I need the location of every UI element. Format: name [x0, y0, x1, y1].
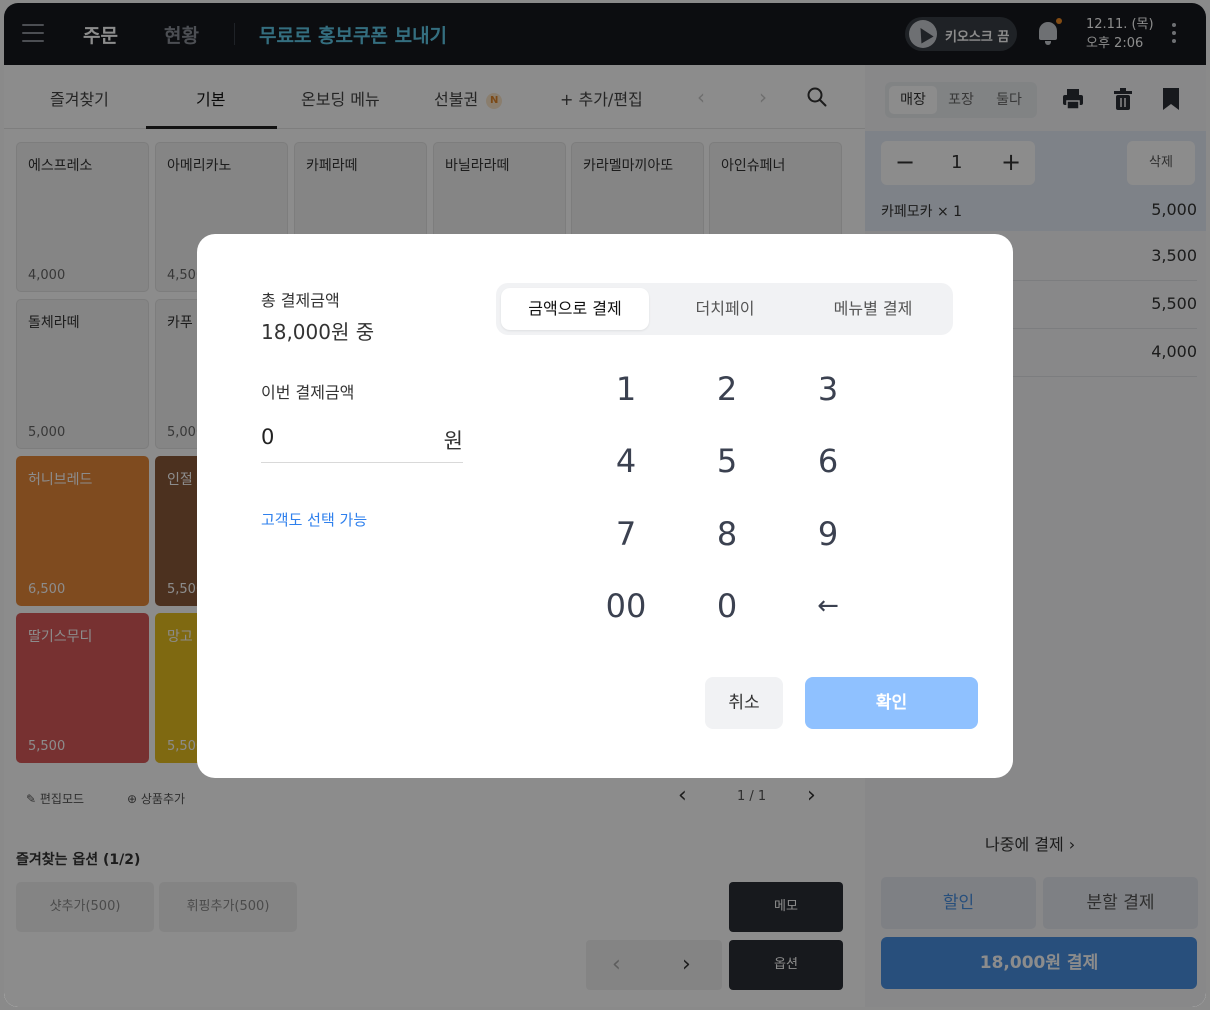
keypad-7[interactable]: 7	[581, 506, 671, 562]
keypad-6[interactable]: 6	[783, 433, 873, 489]
keypad-3[interactable]: 3	[783, 361, 873, 417]
payment-modal: 총 결제금액 18,000원 중 이번 결제금액 0 원 고객도 선택 가능 금…	[197, 234, 1013, 778]
total-amount-label: 총 결제금액	[261, 291, 340, 310]
keypad-1[interactable]: 1	[581, 361, 671, 417]
cancel-button[interactable]: 취소	[705, 677, 783, 729]
tab-pay-by-menu[interactable]: 메뉴별 결제	[798, 288, 948, 330]
total-amount-value: 18,000원 중	[261, 320, 375, 344]
customer-select-link[interactable]: 고객도 선택 가능	[261, 509, 367, 530]
tab-pay-by-amount[interactable]: 금액으로 결제	[501, 288, 649, 330]
currency-unit: 원	[443, 429, 463, 453]
amount-input-value: 0	[261, 425, 275, 449]
keypad-9[interactable]: 9	[783, 506, 873, 562]
keypad-8[interactable]: 8	[682, 506, 772, 562]
confirm-button[interactable]: 확인	[805, 677, 978, 729]
keypad-00[interactable]: 00	[581, 578, 671, 634]
pos-screen: 주문 현황 무료로 홍보쿠폰 보내기 키오스크 끔 12.11. (목) 오후 …	[4, 3, 1206, 1007]
keypad-5[interactable]: 5	[682, 433, 772, 489]
tab-dutch-pay[interactable]: 더치페이	[651, 288, 799, 330]
keypad-2[interactable]: 2	[682, 361, 772, 417]
amount-input[interactable]: 0 원	[261, 419, 463, 463]
current-amount-label: 이번 결제금액	[261, 383, 355, 402]
keypad-4[interactable]: 4	[581, 433, 671, 489]
backspace-icon[interactable]: ←	[783, 578, 873, 634]
keypad-0[interactable]: 0	[682, 578, 772, 634]
payment-method-tabs: 금액으로 결제 더치페이 메뉴별 결제	[496, 283, 953, 335]
